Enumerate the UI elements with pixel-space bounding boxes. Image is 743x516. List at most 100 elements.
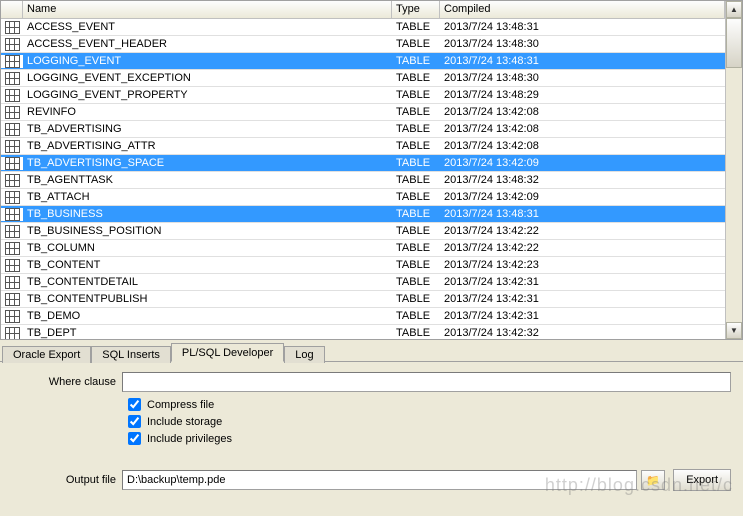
table-icon <box>1 191 23 204</box>
table-row[interactable]: TB_CONTENTPUBLISHTABLE2013/7/24 13:42:31 <box>1 291 725 308</box>
cell-name: TB_DEMO <box>23 309 392 323</box>
table-row[interactable]: TB_CONTENTDETAILTABLE2013/7/24 13:42:31 <box>1 274 725 291</box>
browse-file-button[interactable]: 📁 <box>641 470 665 490</box>
cell-compiled: 2013/7/24 13:42:31 <box>440 309 725 323</box>
table-row[interactable]: TB_AGENTTASKTABLE2013/7/24 13:48:32 <box>1 172 725 189</box>
cell-compiled: 2013/7/24 13:42:31 <box>440 292 725 306</box>
cell-compiled: 2013/7/24 13:42:09 <box>440 156 725 170</box>
grid-icon <box>5 259 20 272</box>
table-row[interactable]: TB_ADVERTISINGTABLE2013/7/24 13:42:08 <box>1 121 725 138</box>
table-row[interactable]: REVINFOTABLE2013/7/24 13:42:08 <box>1 104 725 121</box>
grid-icon <box>5 89 20 102</box>
table-icon <box>1 72 23 85</box>
cell-compiled: 2013/7/24 13:42:23 <box>440 258 725 272</box>
cell-compiled: 2013/7/24 13:48:29 <box>440 88 725 102</box>
scroll-up-button[interactable]: ▲ <box>726 1 742 18</box>
cell-compiled: 2013/7/24 13:42:08 <box>440 139 725 153</box>
table-icon <box>1 327 23 340</box>
cell-name: ACCESS_EVENT <box>23 20 392 34</box>
grid-icon <box>5 293 20 306</box>
cell-type: TABLE <box>392 54 440 68</box>
tab-oracle-export[interactable]: Oracle Export <box>2 346 91 363</box>
column-header-icon[interactable] <box>1 1 23 18</box>
table-row[interactable]: TB_BUSINESS_POSITIONTABLE2013/7/24 13:42… <box>1 223 725 240</box>
export-panel: Where clause Compress file Include stora… <box>0 362 743 501</box>
cell-name: TB_ADVERTISING_ATTR <box>23 139 392 153</box>
table-row[interactable]: ACCESS_EVENTTABLE2013/7/24 13:48:31 <box>1 19 725 36</box>
vertical-scrollbar[interactable]: ▲ ▼ <box>725 1 742 339</box>
compress-file-label[interactable]: Compress file <box>147 399 214 411</box>
output-file-input[interactable] <box>122 470 637 490</box>
column-header-name[interactable]: Name <box>23 1 392 18</box>
table-row[interactable]: TB_ADVERTISING_ATTRTABLE2013/7/24 13:42:… <box>1 138 725 155</box>
table-icon <box>1 89 23 102</box>
scroll-thumb[interactable] <box>726 18 742 68</box>
table-icon <box>1 106 23 119</box>
table-row[interactable]: TB_ATTACHTABLE2013/7/24 13:42:09 <box>1 189 725 206</box>
grid-icon <box>5 276 20 289</box>
table-icon <box>1 123 23 136</box>
table-row[interactable]: TB_CONTENTTABLE2013/7/24 13:42:23 <box>1 257 725 274</box>
compress-file-checkbox[interactable] <box>128 398 141 411</box>
where-clause-input[interactable] <box>122 372 731 392</box>
tab-plsql-developer[interactable]: PL/SQL Developer <box>171 343 284 362</box>
column-header-compiled[interactable]: Compiled <box>440 1 725 18</box>
cell-compiled: 2013/7/24 13:42:08 <box>440 105 725 119</box>
table-header-row: Name Type Compiled <box>1 1 725 19</box>
export-tabs: Oracle Export SQL Inserts PL/SQL Develop… <box>0 340 743 362</box>
cell-name: TB_DEPT <box>23 326 392 339</box>
grid-icon <box>5 106 20 119</box>
cell-type: TABLE <box>392 292 440 306</box>
tab-log[interactable]: Log <box>284 346 324 363</box>
include-privileges-label[interactable]: Include privileges <box>147 433 232 445</box>
object-table: Name Type Compiled ACCESS_EVENTTABLE2013… <box>0 0 743 340</box>
table-icon <box>1 259 23 272</box>
table-icon <box>1 140 23 153</box>
table-icon <box>1 157 23 170</box>
cell-name: LOGGING_EVENT_EXCEPTION <box>23 71 392 85</box>
table-row[interactable]: ACCESS_EVENT_HEADERTABLE2013/7/24 13:48:… <box>1 36 725 53</box>
table-row[interactable]: LOGGING_EVENT_PROPERTYTABLE2013/7/24 13:… <box>1 87 725 104</box>
grid-icon <box>5 55 20 68</box>
table-row[interactable]: LOGGING_EVENT_EXCEPTIONTABLE2013/7/24 13… <box>1 70 725 87</box>
cell-name: TB_ATTACH <box>23 190 392 204</box>
table-row[interactable]: TB_COLUMNTABLE2013/7/24 13:42:22 <box>1 240 725 257</box>
cell-type: TABLE <box>392 224 440 238</box>
export-button[interactable]: Export <box>673 469 731 491</box>
grid-icon <box>5 327 20 340</box>
output-file-label: Output file <box>12 474 122 486</box>
cell-name: TB_BUSINESS <box>23 207 392 221</box>
table-row[interactable]: LOGGING_EVENTTABLE2013/7/24 13:48:31 <box>1 53 725 70</box>
include-storage-label[interactable]: Include storage <box>147 416 222 428</box>
cell-name: TB_CONTENTPUBLISH <box>23 292 392 306</box>
grid-icon <box>5 208 20 221</box>
table-row[interactable]: TB_DEMOTABLE2013/7/24 13:42:31 <box>1 308 725 325</box>
table-row[interactable]: TB_DEPTTABLE2013/7/24 13:42:32 <box>1 325 725 339</box>
table-icon <box>1 208 23 221</box>
cell-type: TABLE <box>392 173 440 187</box>
include-privileges-checkbox[interactable] <box>128 432 141 445</box>
cell-compiled: 2013/7/24 13:42:22 <box>440 224 725 238</box>
grid-icon <box>5 38 20 51</box>
cell-name: ACCESS_EVENT_HEADER <box>23 37 392 51</box>
grid-icon <box>5 21 20 34</box>
cell-name: LOGGING_EVENT <box>23 54 392 68</box>
cell-compiled: 2013/7/24 13:42:09 <box>440 190 725 204</box>
column-header-type[interactable]: Type <box>392 1 440 18</box>
cell-name: TB_CONTENTDETAIL <box>23 275 392 289</box>
table-icon <box>1 242 23 255</box>
tab-sql-inserts[interactable]: SQL Inserts <box>91 346 171 363</box>
table-icon <box>1 293 23 306</box>
cell-type: TABLE <box>392 88 440 102</box>
table-icon <box>1 225 23 238</box>
grid-icon <box>5 242 20 255</box>
table-row[interactable]: TB_BUSINESSTABLE2013/7/24 13:48:31 <box>1 206 725 223</box>
table-icon <box>1 310 23 323</box>
scroll-down-button[interactable]: ▼ <box>726 322 742 339</box>
table-icon <box>1 38 23 51</box>
table-row[interactable]: TB_ADVERTISING_SPACETABLE2013/7/24 13:42… <box>1 155 725 172</box>
cell-compiled: 2013/7/24 13:42:32 <box>440 326 725 339</box>
table-icon <box>1 174 23 187</box>
include-storage-checkbox[interactable] <box>128 415 141 428</box>
grid-icon <box>5 191 20 204</box>
